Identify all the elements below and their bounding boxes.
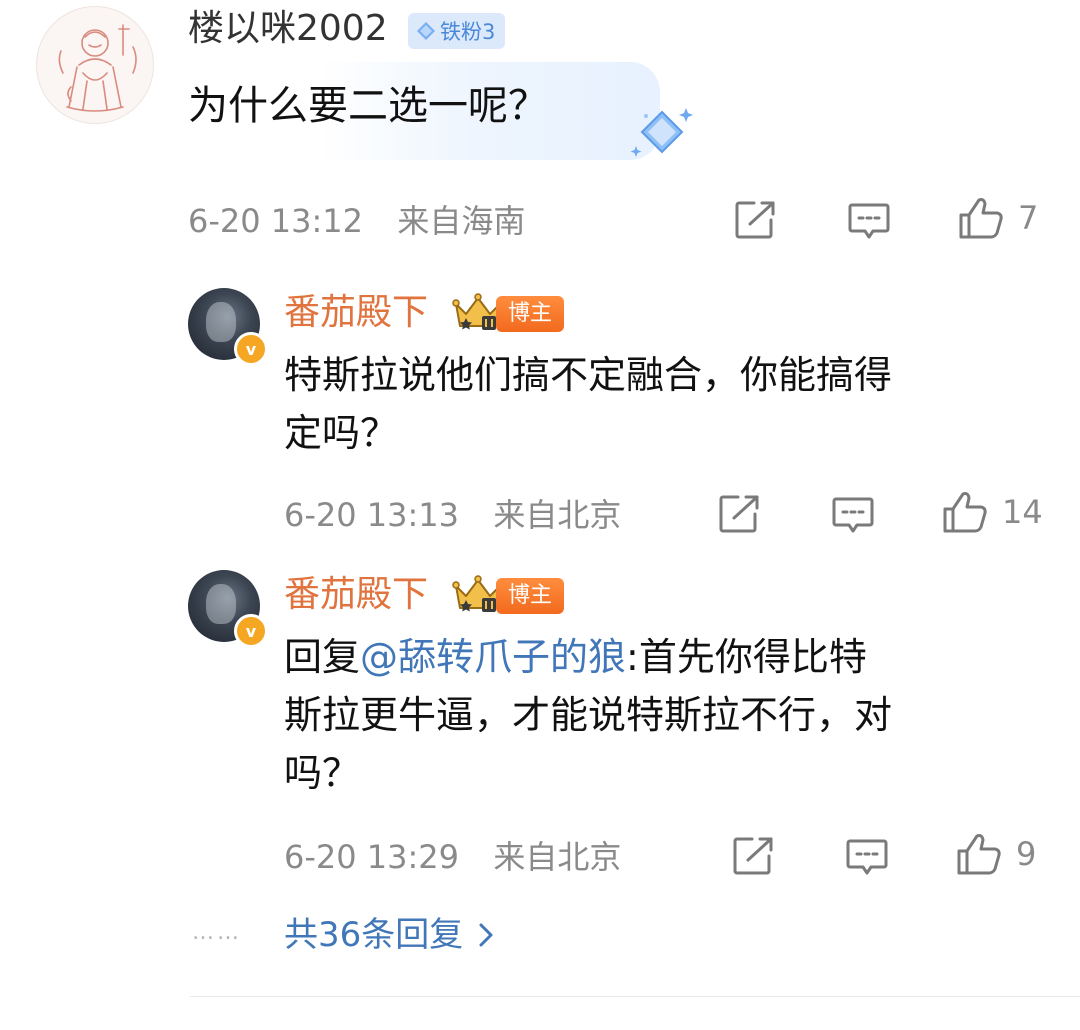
- like-button[interactable]: 7: [958, 196, 1038, 240]
- reply-username[interactable]: 番茄殿下: [284, 290, 428, 336]
- reply-prefix: 回复: [284, 635, 361, 679]
- fan-level-badge: 铁粉3: [408, 13, 506, 49]
- avatar[interactable]: [36, 6, 154, 124]
- reply-meta: 6-20 13:13 来自北京: [284, 494, 621, 536]
- share-button[interactable]: [718, 494, 760, 534]
- reply-location: 来自北京: [493, 496, 622, 534]
- author-badge: 博主: [496, 296, 565, 332]
- chevron-right-icon: [479, 923, 493, 947]
- avatar-sketch-image: [58, 24, 137, 112]
- share-button[interactable]: [732, 836, 774, 876]
- like-icon: [943, 492, 987, 533]
- reply-text-line: 吗？: [284, 751, 361, 795]
- reply-text-line: 特斯拉说他们搞不定融合，你能搞得: [284, 353, 893, 397]
- verified-icon: v: [234, 332, 268, 366]
- reply-time: 6-20 13:13: [284, 496, 460, 534]
- reply-text: 回复@舔转爪子的狼:首先你得比特 斯拉更牛逼，才能说特斯拉不行，对 吗？: [284, 628, 892, 802]
- like-count: 14: [1002, 493, 1043, 531]
- comment-button[interactable]: [848, 202, 890, 240]
- share-icon: [719, 495, 759, 533]
- mention-link[interactable]: @舔转爪子的狼: [360, 635, 626, 679]
- comment-time: 6-20 13:12: [188, 202, 364, 240]
- comment-meta: 6-20 13:12 来自海南: [188, 200, 525, 242]
- like-count: 7: [1018, 199, 1039, 237]
- divider: [190, 996, 1080, 997]
- author-badge: 博主: [496, 578, 565, 614]
- share-icon: [733, 837, 773, 875]
- reply-text: 特斯拉说他们搞不定融合，你能搞得 定吗？: [284, 346, 892, 462]
- reply-text-line: 定吗？: [284, 411, 399, 455]
- comment-icon: [832, 497, 874, 533]
- comment-text: 为什么要二选一呢？: [188, 83, 548, 129]
- reply-location: 来自北京: [493, 838, 622, 876]
- diamond-icon: [630, 108, 693, 157]
- comment-icon: [846, 839, 888, 875]
- like-count: 9: [1016, 835, 1037, 873]
- diamond-icon: [417, 22, 435, 40]
- like-icon: [959, 198, 1003, 239]
- comment-button[interactable]: [832, 496, 874, 534]
- reply-text-line: 斯拉更牛逼，才能说特斯拉不行，对: [284, 693, 893, 737]
- reply-username[interactable]: 番茄殿下: [284, 572, 428, 618]
- comment-button[interactable]: [846, 838, 888, 876]
- like-button[interactable]: 14: [942, 490, 1043, 534]
- more-replies-label: 共36条回复: [284, 915, 464, 955]
- avatar[interactable]: v: [188, 288, 268, 366]
- view-more-replies-link[interactable]: 共36条回复: [284, 912, 495, 958]
- reply-text-rest: :首先你得比特: [626, 635, 867, 679]
- reply-meta: 6-20 13:29 来自北京: [284, 836, 621, 878]
- thread-dots: ……: [192, 920, 242, 945]
- share-icon: [735, 201, 775, 239]
- verified-icon: v: [234, 614, 268, 648]
- like-icon: [957, 834, 1001, 875]
- fan-badge-label: 铁粉3: [440, 20, 496, 44]
- comment-icon: [848, 203, 890, 239]
- comment-location: 来自海南: [397, 202, 526, 240]
- like-button[interactable]: 9: [956, 832, 1036, 876]
- share-button[interactable]: [734, 200, 776, 240]
- reply-text-line: 回复@舔转爪子的狼:首先你得比特: [284, 628, 892, 686]
- avatar[interactable]: v: [188, 570, 268, 648]
- comment-username[interactable]: 楼以咪2002: [188, 6, 388, 52]
- reply-time: 6-20 13:29: [284, 838, 460, 876]
